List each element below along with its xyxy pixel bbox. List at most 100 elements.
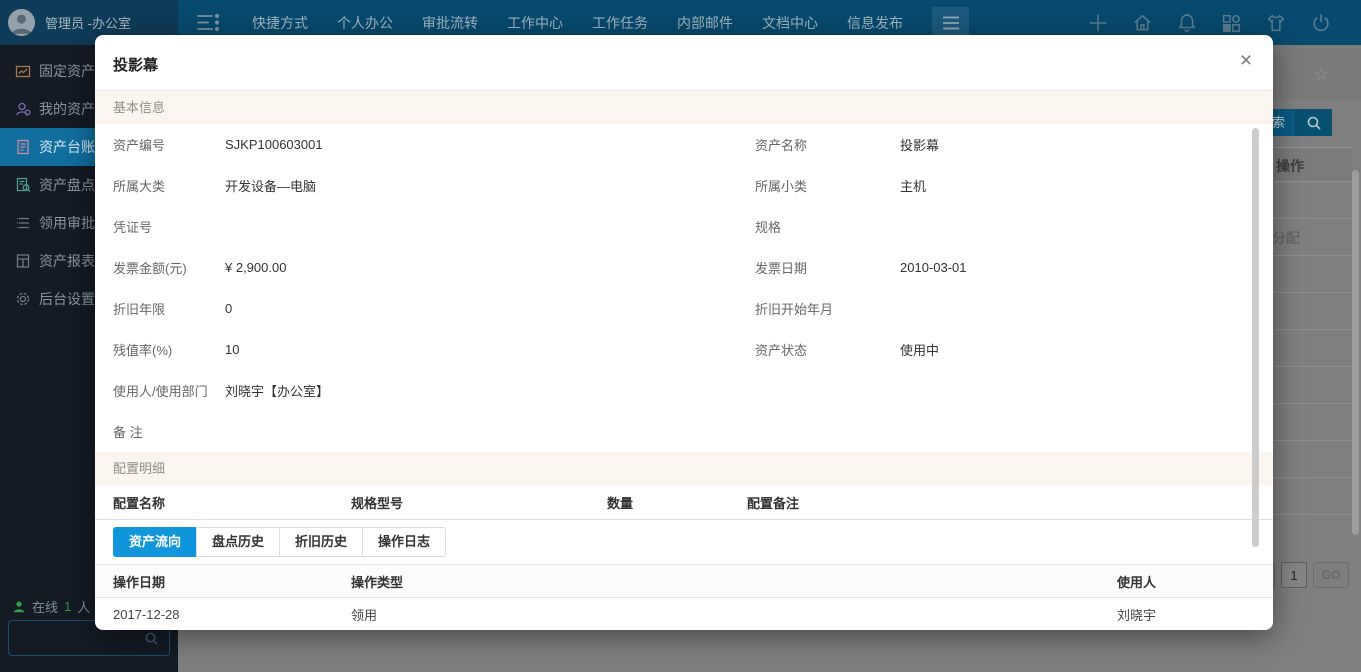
- field-remarks: 备 注: [95, 411, 737, 452]
- power-icon[interactable]: [1310, 12, 1332, 34]
- field-voucher-no: 凭证号: [95, 206, 737, 247]
- field-label: 折旧年限: [95, 299, 225, 318]
- favorite-star-icon[interactable]: ☆: [1314, 65, 1329, 85]
- asset-detail-modal: 投影幕 × 基本信息 资产编号 SJKP100603001 资产名称 投影幕 所…: [95, 35, 1273, 630]
- field-asset-code: 资产编号 SJKP100603001: [95, 124, 737, 165]
- field-label: 发票日期: [737, 258, 900, 277]
- settings-icon: [15, 291, 31, 307]
- bell-icon[interactable]: [1176, 11, 1198, 34]
- field-label: 残值率(%): [95, 340, 225, 359]
- field-label: 备 注: [95, 422, 225, 441]
- field-residual-rate: 残值率(%) 10: [95, 329, 737, 370]
- page-scrollbar[interactable]: [1352, 170, 1359, 535]
- go-button[interactable]: GO: [1313, 562, 1349, 588]
- flow-col-date: 操作日期: [95, 572, 351, 591]
- tab-asset-flow[interactable]: 资产流向: [113, 527, 197, 557]
- field-invoice-amount: 发票金额(元) ¥ 2,900.00: [95, 247, 737, 288]
- nav-item-work-center[interactable]: 工作中心: [507, 13, 563, 33]
- tab-depreciation-history[interactable]: 折旧历史: [279, 527, 363, 557]
- field-value: SJKP100603001: [225, 137, 323, 152]
- field-value: 2010-03-01: [900, 260, 967, 275]
- search-icon: [1295, 109, 1332, 136]
- flow-user-cell: 刘晓宇: [1117, 605, 1273, 624]
- field-user-department: 使用人/使用部门 刘晓宇【办公室】: [95, 370, 737, 411]
- page-number-input[interactable]: 1: [1281, 562, 1307, 588]
- config-col-remark: 配置备注: [747, 493, 1273, 512]
- section-config-detail: 配置明细: [95, 452, 1273, 485]
- apps-grid-icon[interactable]: [1220, 12, 1242, 34]
- field-value: 10: [225, 342, 239, 357]
- nav-item-work-tasks[interactable]: 工作任务: [592, 13, 648, 33]
- modal-scrollbar[interactable]: [1252, 128, 1259, 547]
- modal-tabs: 资产流向 盘点历史 折旧历史 操作日志: [95, 520, 1273, 565]
- field-value: 投影幕: [900, 135, 939, 154]
- field-label: 使用人/使用部门: [95, 381, 225, 400]
- field-empty: [737, 411, 1273, 452]
- field-asset-name: 资产名称 投影幕: [737, 124, 1273, 165]
- nav-item-approval-flow[interactable]: 审批流转: [422, 13, 478, 33]
- asset-ledger-icon: [15, 139, 31, 155]
- config-col-model: 规格型号: [351, 493, 607, 512]
- flow-type-cell: 领用: [351, 605, 1117, 624]
- plus-icon[interactable]: [1087, 12, 1109, 34]
- close-icon[interactable]: ×: [1233, 48, 1259, 74]
- tshirt-icon[interactable]: [1264, 12, 1288, 34]
- modal-title: 投影幕: [113, 54, 158, 75]
- sidebar-item-label: 我的资产: [39, 99, 95, 119]
- field-minor-category: 所属小类 主机: [737, 165, 1273, 206]
- nav-item-info-publish[interactable]: 信息发布: [847, 13, 903, 33]
- field-invoice-date: 发票日期 2010-03-01: [737, 247, 1273, 288]
- section-basic-info: 基本信息: [95, 91, 1273, 124]
- flow-table-row: 2017-12-28 领用 刘晓宇: [95, 598, 1273, 630]
- config-table-header: 配置名称 规格型号 数量 配置备注: [95, 485, 1273, 520]
- field-label: 规格: [737, 217, 900, 236]
- menu-collapse-icon[interactable]: [196, 13, 222, 32]
- field-asset-status: 资产状态 使用中: [737, 329, 1273, 370]
- field-depreciation-years: 折旧年限 0: [95, 288, 737, 329]
- user-avatar[interactable]: [8, 9, 35, 36]
- field-spec: 规格: [737, 206, 1273, 247]
- field-label: 资产名称: [737, 135, 900, 154]
- field-label: 发票金额(元): [95, 258, 225, 277]
- online-label: 在线: [32, 597, 58, 616]
- flow-table-header: 操作日期 操作类型 使用人: [95, 565, 1273, 598]
- config-col-name: 配置名称: [95, 493, 351, 512]
- flow-date-cell: 2017-12-28: [95, 607, 351, 622]
- field-label: 所属大类: [95, 176, 225, 195]
- nav-item-internal-mail[interactable]: 内部邮件: [677, 13, 733, 33]
- flow-col-user: 使用人: [1117, 572, 1273, 591]
- field-value: 刘晓宇【办公室】: [225, 381, 329, 400]
- sidebar-item-label: 固定资产: [39, 61, 95, 81]
- assign-link[interactable]: 分配: [1272, 228, 1300, 248]
- sidebar-item-label: 资产报表: [39, 251, 95, 271]
- online-count: 1: [64, 599, 71, 614]
- nav-item-shortcuts[interactable]: 快捷方式: [252, 13, 308, 33]
- field-label: 凭证号: [95, 217, 225, 236]
- config-col-quantity: 数量: [607, 493, 747, 512]
- field-value: 主机: [900, 176, 926, 195]
- online-status: 在线 1 人: [12, 597, 90, 616]
- my-assets-icon: [15, 101, 31, 117]
- user-name-label: 管理员 -办公室: [45, 13, 131, 32]
- online-person-icon: [12, 600, 26, 614]
- field-depreciation-start: 折旧开始年月: [737, 288, 1273, 329]
- more-menus-hamburger-icon[interactable]: [932, 7, 969, 38]
- asset-report-icon: [15, 253, 31, 269]
- home-icon[interactable]: [1131, 11, 1154, 34]
- field-value: 开发设备—电脑: [225, 176, 316, 195]
- field-major-category: 所属大类 开发设备—电脑: [95, 165, 737, 206]
- sidebar-item-label: 领用审批: [39, 213, 95, 233]
- tab-operation-log[interactable]: 操作日志: [362, 527, 446, 557]
- search-icon: [144, 631, 159, 646]
- basic-info-fields: 资产编号 SJKP100603001 资产名称 投影幕 所属大类 开发设备—电脑…: [95, 124, 1273, 452]
- sidebar-item-label: 资产盘点: [39, 175, 95, 195]
- nav-item-document-center[interactable]: 文档中心: [762, 13, 818, 33]
- field-label: 资产状态: [737, 340, 900, 359]
- field-label: 所属小类: [737, 176, 900, 195]
- pagination: 1 GO: [1261, 562, 1349, 588]
- asset-inventory-icon: [15, 177, 31, 193]
- tab-inventory-history[interactable]: 盘点历史: [196, 527, 280, 557]
- nav-item-personal-office[interactable]: 个人办公: [337, 13, 393, 33]
- sidebar-item-label: 资产台账: [39, 137, 95, 157]
- field-label: 资产编号: [95, 135, 225, 154]
